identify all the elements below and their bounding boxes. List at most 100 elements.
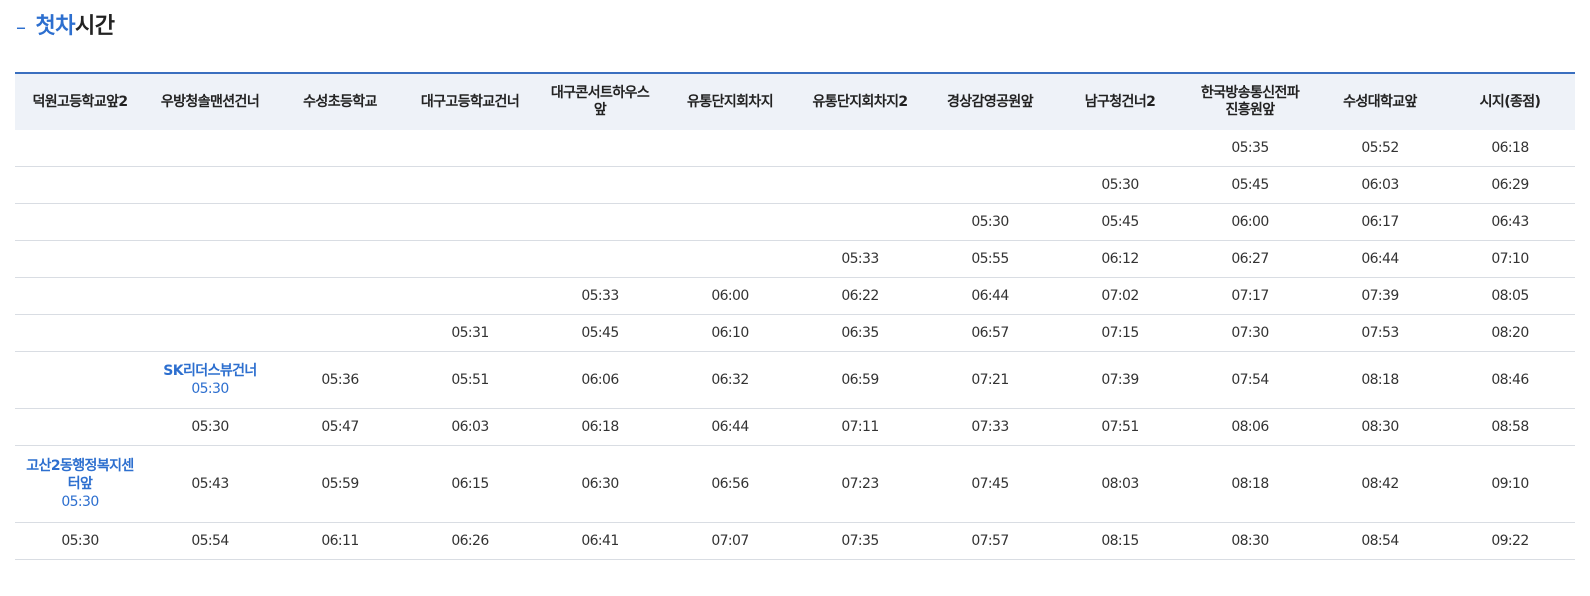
time-cell [275, 166, 405, 204]
time-cell: 07:33 [925, 408, 1055, 446]
table-row: 05:33 06:00 06:22 06:44 07:02 07:17 07:39 08:05 [15, 277, 1575, 315]
start-time: 05:30 [191, 381, 229, 397]
first-bus-timetable: 덕원고등학교앞2 우방청솔맨션건너 수성초등학교 대구고등학교건너 대구콘서트하우스 앞 유… [15, 72, 1575, 560]
time-cell: 05:45 [535, 314, 665, 352]
time-cell: 05:52 [1315, 130, 1445, 167]
time-cell: 06:57 [925, 314, 1055, 352]
time-cell: 06:44 [665, 408, 795, 446]
time-cell: 06:41 [535, 522, 665, 560]
table-row: SK리더스뷰건너 05:30 05:36 05:51 06:06 06:32 06:59 07… [15, 351, 1575, 409]
time-cell [1055, 130, 1185, 167]
column-header-line: 수성대학교앞 [1343, 93, 1417, 110]
timetable-body: 05:35 05:52 06:18 05:30 05:45 06:03 06:29 05:30… [15, 130, 1575, 560]
table-row: 05:31 05:45 06:10 06:35 06:57 07:15 07:30 07:53… [15, 314, 1575, 352]
column-header: 유통단지회차지2 [795, 72, 925, 130]
time-cell: 06:18 [1445, 130, 1575, 167]
time-cell [145, 240, 275, 278]
time-cell: 05:59 [275, 445, 405, 523]
time-cell [535, 240, 665, 278]
column-header-line: 유통단지회차지2 [812, 93, 908, 110]
title-dash: – [16, 15, 26, 39]
time-cell [405, 166, 535, 204]
time-cell: 07:23 [795, 445, 925, 523]
column-header: 수성대학교앞 [1315, 72, 1445, 130]
time-cell: 09:22 [1445, 522, 1575, 560]
timetable-header-row: 덕원고등학교앞2 우방청솔맨션건너 수성초등학교 대구고등학교건너 대구콘서트하우스 앞 유… [15, 72, 1575, 130]
start-stop-cell: SK리더스뷰건너 05:30 [145, 351, 275, 409]
time-cell: 06:59 [795, 351, 925, 409]
time-cell: 06:32 [665, 351, 795, 409]
time-cell [665, 240, 795, 278]
column-header: 경상감영공원앞 [925, 72, 1055, 130]
time-cell: 06:29 [1445, 166, 1575, 204]
column-header-line: 덕원고등학교앞2 [32, 93, 128, 110]
time-cell [275, 130, 405, 167]
time-cell: 08:18 [1185, 445, 1315, 523]
time-cell: 08:42 [1315, 445, 1445, 523]
time-cell [145, 130, 275, 167]
column-header: 대구콘서트하우스 앞 [535, 72, 665, 130]
time-cell: 07:35 [795, 522, 925, 560]
time-cell: 07:39 [1315, 277, 1445, 315]
time-cell: 06:06 [535, 351, 665, 409]
time-cell [795, 166, 925, 204]
column-header: 덕원고등학교앞2 [15, 72, 145, 130]
table-row: 고산2동행정복지센 터앞 05:30 05:43 05:59 06:15 06:30 06:5… [15, 445, 1575, 523]
time-cell: 05:30 [925, 203, 1055, 241]
time-cell [535, 130, 665, 167]
start-stop-cell: 고산2동행정복지센 터앞 05:30 [15, 445, 145, 523]
time-cell: 07:30 [1185, 314, 1315, 352]
column-header-line: 남구청건너2 [1084, 93, 1156, 110]
time-cell: 05:36 [275, 351, 405, 409]
time-cell [795, 130, 925, 167]
time-cell: 06:18 [535, 408, 665, 446]
time-cell: 06:44 [1315, 240, 1445, 278]
time-cell [15, 408, 145, 446]
time-cell: 05:43 [145, 445, 275, 523]
time-cell [15, 166, 145, 204]
time-cell: 05:45 [1185, 166, 1315, 204]
time-cell: 08:15 [1055, 522, 1185, 560]
time-cell [15, 351, 145, 409]
column-header: 남구청건너2 [1055, 72, 1185, 130]
time-cell: 07:39 [1055, 351, 1185, 409]
column-header-line: 수성초등학교 [303, 93, 377, 110]
time-cell: 05:47 [275, 408, 405, 446]
time-cell: 06:35 [795, 314, 925, 352]
table-row: 05:33 05:55 06:12 06:27 06:44 07:10 [15, 240, 1575, 278]
time-cell: 06:03 [405, 408, 535, 446]
time-cell [145, 166, 275, 204]
time-cell: 06:17 [1315, 203, 1445, 241]
time-cell [405, 277, 535, 315]
time-cell: 06:12 [1055, 240, 1185, 278]
time-cell: 07:45 [925, 445, 1055, 523]
table-row: 05:30 05:47 06:03 06:18 06:44 07:11 07:33 07:51… [15, 408, 1575, 446]
time-cell: 06:11 [275, 522, 405, 560]
column-header-line: 한국방송통신전파 [1200, 85, 1300, 101]
time-cell: 05:35 [1185, 130, 1315, 167]
table-row: 05:35 05:52 06:18 [15, 130, 1575, 167]
time-cell: 08:18 [1315, 351, 1445, 409]
time-cell [275, 240, 405, 278]
time-cell [15, 277, 145, 315]
time-cell [275, 277, 405, 315]
time-cell: 07:21 [925, 351, 1055, 409]
time-cell: 06:15 [405, 445, 535, 523]
time-cell: 07:51 [1055, 408, 1185, 446]
start-time: 05:30 [61, 494, 99, 510]
column-header: 우방청솔맨션건너 [145, 72, 275, 130]
table-row: 05:30 05:45 06:03 06:29 [15, 166, 1575, 204]
title-rest: 시간 [74, 14, 115, 39]
time-cell: 06:22 [795, 277, 925, 315]
time-cell: 08:06 [1185, 408, 1315, 446]
time-cell: 07:02 [1055, 277, 1185, 315]
time-cell [15, 240, 145, 278]
section-title: – 첫차 시간 [16, 10, 115, 44]
column-header-line: 경상감영공원앞 [947, 93, 1034, 110]
time-cell [405, 240, 535, 278]
time-cell [15, 130, 145, 167]
time-cell: 06:00 [665, 277, 795, 315]
time-cell: 06:26 [405, 522, 535, 560]
time-cell: 07:10 [1445, 240, 1575, 278]
time-cell: 08:58 [1445, 408, 1575, 446]
